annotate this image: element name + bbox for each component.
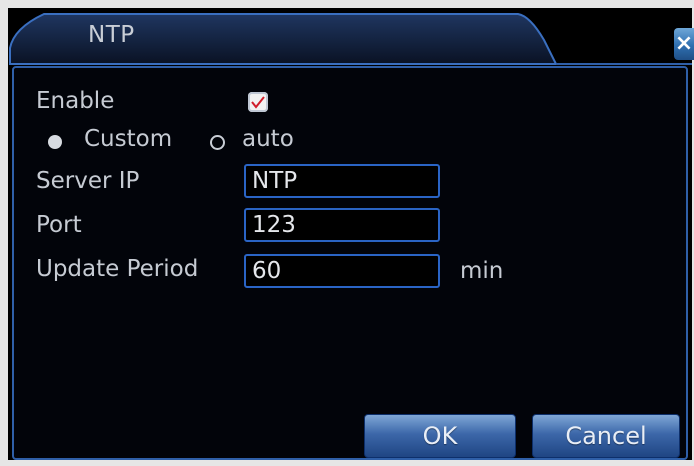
cancel-button[interactable]: Cancel — [532, 414, 680, 458]
radio-auto[interactable] — [210, 135, 225, 150]
radio-custom[interactable] — [48, 135, 62, 149]
server-ip-input[interactable] — [244, 164, 440, 198]
radio-auto-label: auto — [242, 126, 294, 152]
ok-button[interactable]: OK — [364, 414, 516, 458]
update-period-input[interactable] — [244, 254, 440, 288]
checkmark-icon — [251, 96, 265, 109]
enable-label: Enable — [36, 88, 115, 114]
update-period-label: Update Period — [36, 256, 199, 282]
update-period-unit: min — [460, 258, 504, 284]
title-bar: NTP × — [8, 8, 694, 66]
port-input[interactable] — [244, 208, 440, 242]
ntp-dialog: NTP × Enable Custom auto Server IP Port … — [8, 8, 694, 460]
enable-checkbox[interactable] — [248, 92, 268, 112]
server-ip-label: Server IP — [36, 168, 140, 194]
radio-custom-label: Custom — [84, 126, 173, 152]
port-label: Port — [36, 212, 82, 238]
close-icon[interactable]: × — [674, 28, 694, 60]
screenshot-frame: NTP × Enable Custom auto Server IP Port … — [0, 0, 694, 466]
dialog-title: NTP — [88, 22, 135, 48]
